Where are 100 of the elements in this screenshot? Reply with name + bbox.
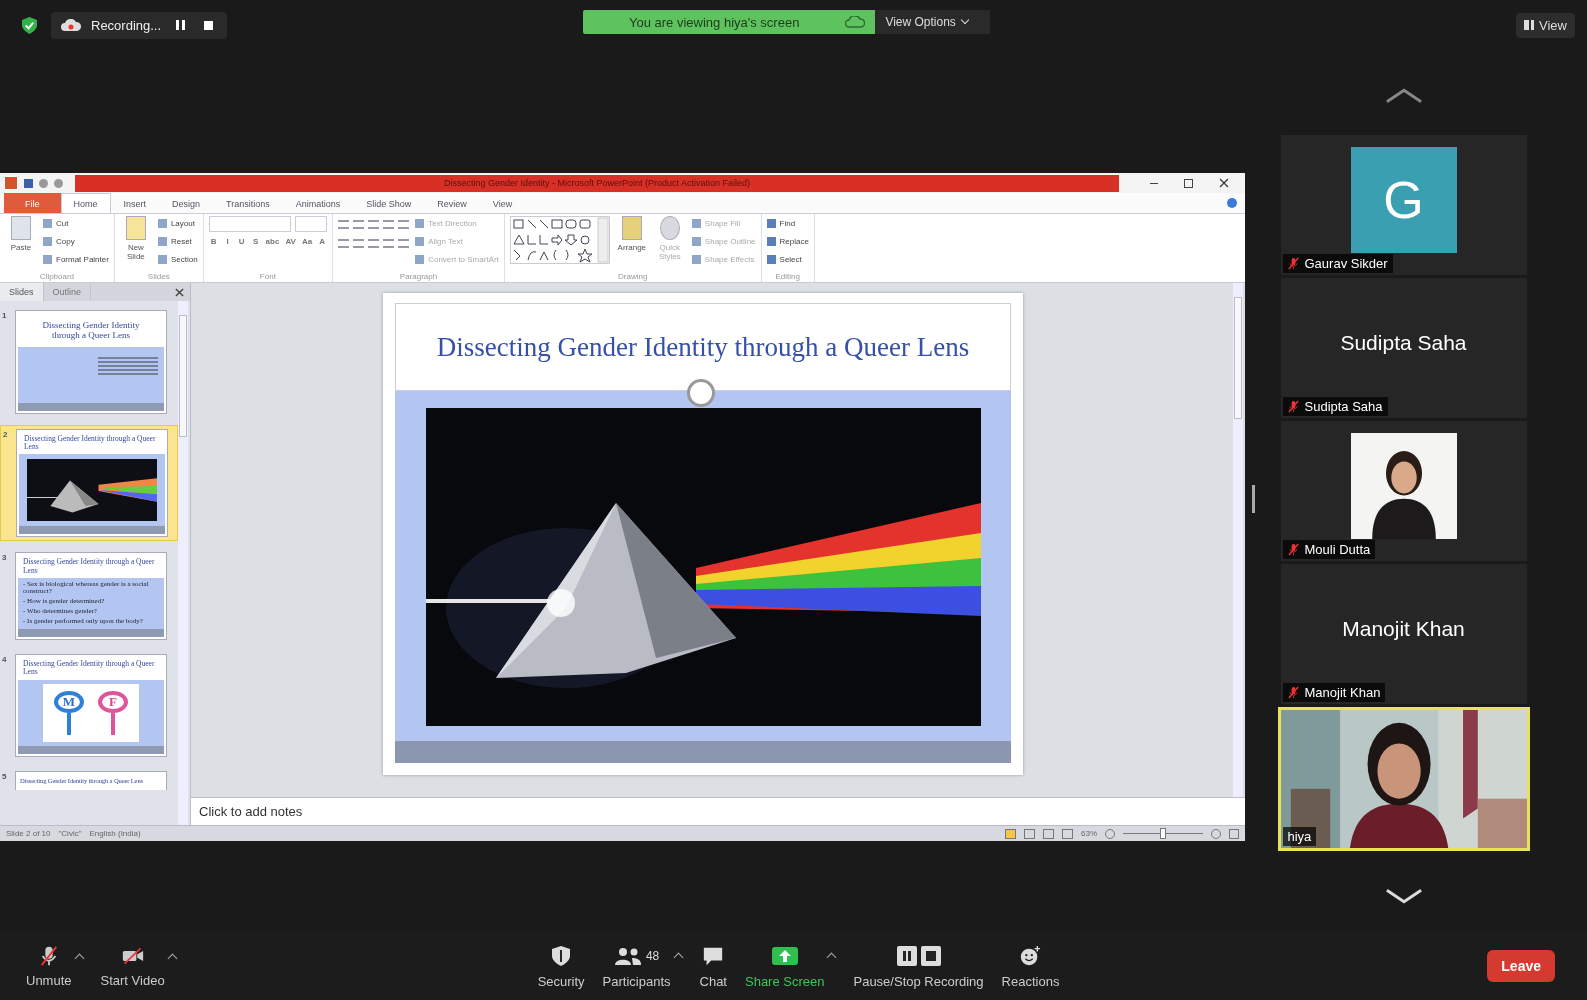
view-icon[interactable]	[1043, 828, 1054, 839]
group-label: Slides	[146, 272, 171, 282]
pane-tab[interactable]: Slides	[0, 283, 44, 301]
save-icon[interactable]	[24, 178, 33, 188]
participant-name: Mouli Dutta	[1304, 542, 1371, 557]
slider-thumb[interactable]	[1160, 828, 1166, 839]
notes-field[interactable]: Click to add notes	[191, 797, 1245, 825]
file-tab[interactable]: File	[4, 193, 61, 213]
view-icon[interactable]	[1005, 828, 1016, 839]
toolbar-button[interactable]: 48 Participants	[602, 943, 671, 989]
font-button[interactable]: I	[222, 235, 233, 248]
ribbon-tab[interactable]: Home	[60, 193, 111, 213]
participant-name: Gaurav Sikder	[1304, 256, 1388, 271]
slide-number: 1	[2, 311, 8, 322]
ribbon-button[interactable]: Section	[157, 252, 198, 267]
avatar: G	[1350, 147, 1457, 253]
chevron-up-icon[interactable]	[1384, 88, 1423, 104]
view-options-button[interactable]: View Options	[875, 10, 990, 34]
maximize-icon[interactable]	[1184, 178, 1193, 188]
rotation-handle[interactable]	[687, 379, 715, 407]
participant-name: Manojit Khan	[1304, 685, 1381, 700]
font-button[interactable]: U	[236, 235, 247, 248]
align-icon[interactable]	[398, 239, 410, 248]
font-button[interactable]: B	[208, 235, 219, 248]
ribbon-tab[interactable]: Transitions	[213, 193, 283, 213]
align-icon[interactable]	[338, 239, 350, 248]
scrollbar[interactable]	[1233, 283, 1243, 797]
ribbon-button[interactable]: Copy	[43, 234, 109, 249]
font-button[interactable]: A	[317, 235, 328, 248]
font-name-field[interactable]	[208, 216, 291, 232]
align-icon[interactable]	[353, 239, 365, 248]
slide-number: 4	[2, 655, 8, 667]
slide-number: 5	[2, 771, 8, 783]
minimize-icon[interactable]	[1150, 182, 1158, 184]
recording-label: Recording...	[91, 17, 162, 33]
window-title: Dissecting Gender Identity - Microsoft PowerPoint (Product Activation Failed)	[443, 178, 751, 188]
paste-button[interactable]: Paste	[5, 216, 37, 252]
ribbon-tab[interactable]: Design	[159, 193, 214, 213]
font-button[interactable]: abc	[264, 235, 281, 248]
scrollbar[interactable]	[178, 301, 188, 825]
ribbon-button[interactable]: Find	[766, 216, 809, 231]
resize-handle[interactable]	[1252, 485, 1255, 513]
participant-name: Sudipta Saha	[1340, 331, 1467, 355]
font-size-field[interactable]	[294, 216, 327, 232]
align-icon[interactable]	[368, 239, 380, 248]
subtitle-lines-drawing	[98, 356, 158, 375]
toolbar-button[interactable]: Pause/Stop Recording	[853, 943, 984, 989]
list-icon[interactable]	[398, 220, 410, 229]
ribbon-button[interactable]: Cut	[43, 216, 109, 231]
zoom-percent[interactable]: 63%	[1081, 829, 1097, 838]
ribbon-button[interactable]: Replace	[766, 234, 809, 249]
new-slide-button[interactable]: New Slide	[119, 216, 152, 261]
ribbon-tab[interactable]: Review	[424, 193, 480, 213]
ribbon-tab[interactable]: Animations	[282, 193, 354, 213]
help-icon[interactable]	[1227, 198, 1237, 208]
list-icon[interactable]	[368, 220, 380, 229]
participant-name: hiya	[1287, 829, 1312, 844]
view-button[interactable]: View	[1516, 12, 1575, 38]
slide-thumbnail[interactable]: Dissecting Gender Identity through a Queer Lens	[16, 311, 166, 413]
slide-thumbnail-row[interactable]: 1 Dissecting Gender Identity through a Queer Lens	[0, 307, 178, 417]
font-button[interactable]: Aa	[300, 235, 314, 248]
ribbon-button[interactable]: Format Painter	[43, 252, 109, 267]
font-button[interactable]: AV	[284, 235, 297, 248]
toolbar-button[interactable]: Security	[537, 943, 585, 989]
ribbon-button[interactable]: Select	[766, 252, 809, 267]
close-icon[interactable]	[175, 287, 184, 297]
align-icon[interactable]	[383, 239, 395, 248]
group-label: Clipboard	[38, 272, 76, 282]
status-text: "Civic"	[58, 829, 82, 838]
start-video-button[interactable]: Start Video	[100, 944, 165, 988]
view-icon[interactable]	[1024, 828, 1035, 839]
ribbon-button[interactable]: Layout	[157, 216, 198, 231]
toolbar-button[interactable]: Share Screen	[745, 943, 825, 989]
participant-name: Manojit Khan	[1342, 617, 1465, 641]
emoji-icon	[1019, 944, 1042, 967]
ribbon-button[interactable]: Reset	[157, 234, 198, 249]
ribbon-tab[interactable]: View	[479, 193, 526, 213]
list-icon[interactable]	[353, 220, 365, 229]
unmute-button[interactable]: Unmute	[26, 944, 72, 988]
ribbon-tab[interactable]: Insert	[110, 193, 160, 213]
participant-count: 48	[645, 948, 660, 963]
fit-icon[interactable]	[1229, 828, 1239, 839]
toolbar-button[interactable]: Chat	[699, 943, 727, 989]
list-icon[interactable]	[383, 220, 395, 229]
view-icon[interactable]	[1062, 828, 1073, 839]
font-button[interactable]: S	[250, 235, 261, 248]
cloud-icon	[61, 19, 81, 31]
thumbnail-title: Dissecting Gender Identity through a Queer Lens	[41, 319, 141, 342]
list-icon[interactable]	[338, 220, 350, 229]
ribbon-tab[interactable]: Slide Show	[353, 193, 425, 213]
people-icon	[613, 945, 642, 966]
close-icon[interactable]	[1219, 178, 1229, 188]
pause-stop-icon	[895, 944, 942, 967]
chevron-down-icon[interactable]	[1384, 888, 1423, 904]
shapes-gallery-drawing[interactable]	[509, 216, 610, 264]
shield-icon[interactable]	[22, 16, 37, 34]
arrange-button[interactable]: Arrange	[615, 216, 648, 252]
leave-button[interactable]: Leave	[1487, 950, 1555, 982]
toolbar-button[interactable]: Reactions	[1001, 943, 1060, 989]
group-label: Font	[258, 272, 277, 282]
